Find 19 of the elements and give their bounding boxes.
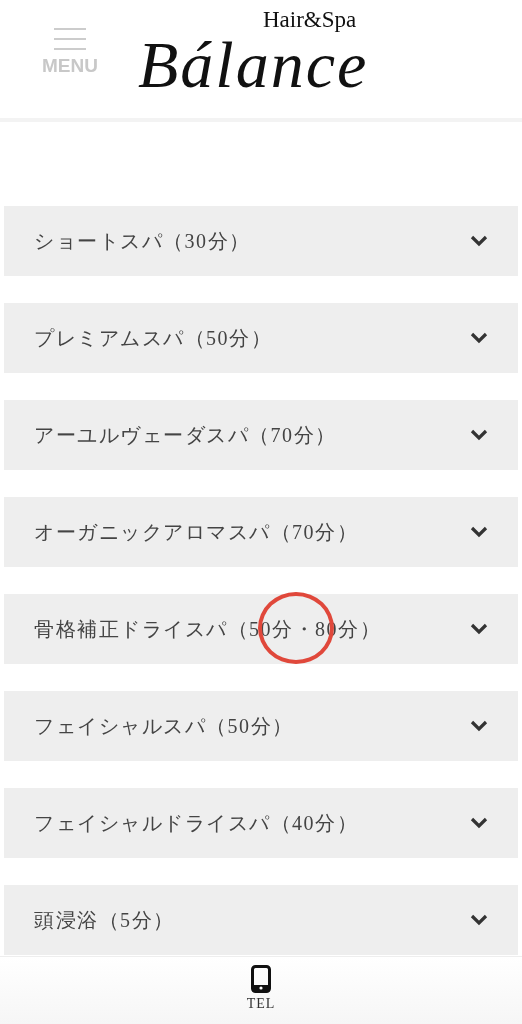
chevron-down-icon [470,429,488,441]
accordion-header[interactable]: 頭浸浴（5分） [4,885,518,955]
accordion-header[interactable]: オーガニックアロマスパ（70分） [4,497,518,567]
chevron-down-icon [470,623,488,635]
accordion-header[interactable]: プレミアムスパ（50分） [4,303,518,373]
logo[interactable]: Hair&Spa Bálance [130,6,430,116]
accordion-header[interactable]: フェイシャルドライスパ（40分） [4,788,518,858]
chevron-down-icon [470,817,488,829]
accordion-header[interactable]: アーユルヴェーダスパ（70分） [4,400,518,470]
chevron-down-icon [470,526,488,538]
chevron-down-icon [470,235,488,247]
chevron-down-icon [470,332,488,344]
menu-icon [53,28,86,50]
chevron-down-icon [470,914,488,926]
accordion-header[interactable]: ショートスパ（30分） [4,206,518,276]
phone-icon [251,965,271,993]
tel-button[interactable]: TEL [240,957,282,1024]
accordion-header[interactable]: フェイシャルスパ（50分） [4,691,518,761]
chevron-down-icon [470,720,488,732]
